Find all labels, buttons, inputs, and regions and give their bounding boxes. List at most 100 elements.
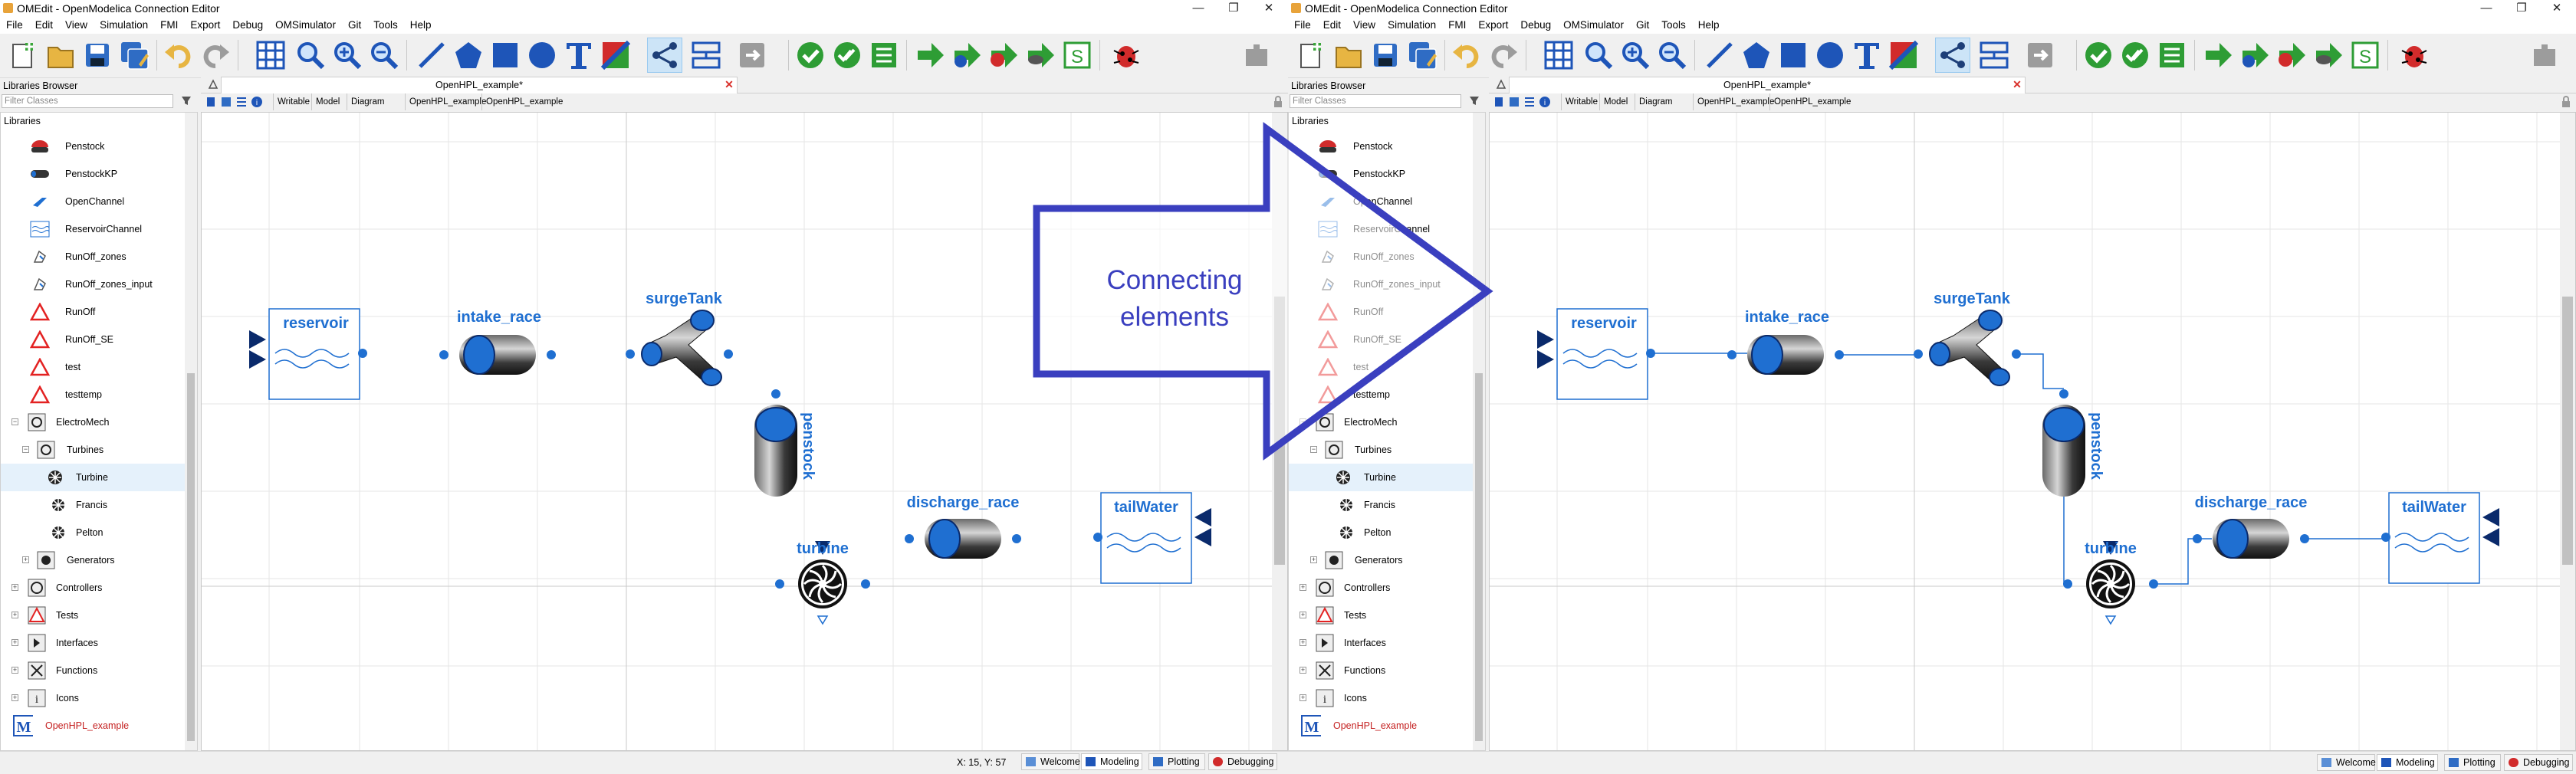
open-folder-icon[interactable] — [1331, 38, 1366, 73]
polygon-tool-icon[interactable] — [451, 38, 486, 73]
expand-toggle[interactable]: + — [1310, 556, 1317, 563]
text-view-icon[interactable] — [1507, 95, 1521, 109]
simulation-setup-icon[interactable] — [949, 38, 984, 73]
connect-mode-icon[interactable] — [1935, 38, 1970, 73]
rectangle-tool-icon[interactable] — [1776, 38, 1811, 73]
tree-item-controllers[interactable]: + Controllers — [1289, 574, 1473, 602]
menu-simulation[interactable]: Simulation — [94, 17, 154, 34]
expand-toggle[interactable]: + — [1300, 694, 1306, 701]
new-file-icon[interactable] — [1294, 38, 1329, 73]
tree-item-runoff[interactable]: RunOff — [1, 298, 185, 326]
menu-debug[interactable]: Debug — [1514, 17, 1557, 34]
tree-item-runoff-zones[interactable]: RunOff_zones — [1, 243, 185, 271]
menu-fmi[interactable]: FMI — [1442, 17, 1472, 34]
expand-toggle[interactable]: + — [22, 556, 29, 563]
debugging-perspective-button[interactable]: Debugging — [2504, 754, 2573, 771]
tree-item-testtemp[interactable]: testtemp — [1, 381, 185, 408]
minimize-button[interactable]: — — [1181, 0, 1216, 17]
simulate-icon[interactable] — [912, 38, 948, 73]
tree-item-runoff-se[interactable]: RunOff_SE — [1289, 326, 1473, 353]
diagram-canvas[interactable] — [201, 112, 1288, 751]
debugger-icon[interactable] — [1109, 38, 1144, 73]
menu-help[interactable]: Help — [404, 17, 438, 34]
simulate-debug-icon[interactable] — [2274, 38, 2309, 73]
expand-toggle[interactable]: + — [1300, 584, 1306, 591]
menu-simulation[interactable]: Simulation — [1382, 17, 1442, 34]
menu-debug[interactable]: Debug — [226, 17, 269, 34]
export-ssp-icon[interactable]: S — [1060, 38, 1095, 73]
simulate-transformational-icon[interactable] — [1023, 38, 1058, 73]
tree-item-testtemp[interactable]: testtemp — [1289, 381, 1473, 408]
menu-file[interactable]: File — [0, 17, 29, 34]
menu-tools[interactable]: Tools — [367, 17, 404, 34]
filter-classes-input[interactable]: Filter Classes — [1290, 94, 1461, 108]
filter-classes-input[interactable]: Filter Classes — [2, 94, 173, 108]
rectangle-tool-icon[interactable] — [488, 38, 523, 73]
tree-item-runoff-zones-input[interactable]: RunOff_zones_input — [1289, 271, 1473, 298]
tree-item-runoff-se[interactable]: RunOff_SE — [1, 326, 185, 353]
menu-file[interactable]: File — [1288, 17, 1317, 34]
tree-item-penstockkp[interactable]: PenstockKP — [1289, 160, 1473, 188]
expand-toggle[interactable]: + — [12, 667, 18, 674]
tree-item-turbine[interactable]: Turbine — [1289, 464, 1473, 491]
expand-toggle[interactable]: + — [12, 584, 18, 591]
tree-item-functions[interactable]: + Functions — [1289, 657, 1473, 684]
ellipse-tool-icon[interactable] — [1812, 38, 1848, 73]
welcome-perspective-button[interactable]: Welcome — [2317, 754, 2376, 771]
expand-toggle[interactable]: + — [12, 694, 18, 701]
save-icon[interactable] — [80, 38, 115, 73]
menu-tools[interactable]: Tools — [1655, 17, 1692, 34]
expand-toggle[interactable]: + — [1300, 667, 1306, 674]
tree-item-penstock[interactable]: Penstock — [1, 133, 185, 160]
canvas-scrollbar[interactable] — [1272, 113, 1287, 750]
tree-item-openhpl-example[interactable]: M OpenHPL_example — [1, 712, 185, 740]
polygon-tool-icon[interactable] — [1739, 38, 1774, 73]
filter-options-icon[interactable] — [178, 92, 195, 109]
tree-item-openchannel[interactable]: OpenChannel — [1289, 188, 1473, 215]
expand-toggle[interactable]: + — [12, 639, 18, 646]
check-model-icon[interactable] — [2081, 38, 2116, 73]
plugin-icon[interactable] — [1239, 38, 1274, 73]
tab-menu-icon[interactable] — [1493, 77, 1509, 92]
tree-item-pelton[interactable]: Pelton — [1, 519, 185, 546]
debugger-icon[interactable] — [2397, 38, 2432, 73]
tree-item-turbines[interactable]: − Turbines — [1, 436, 185, 464]
check-all-icon[interactable] — [830, 38, 865, 73]
redo-icon[interactable] — [1486, 38, 1521, 73]
tree-item-generators[interactable]: + Generators — [1289, 546, 1473, 574]
cursor-tool-icon[interactable] — [1492, 95, 1506, 109]
libraries-scrollbar[interactable] — [185, 113, 197, 750]
grid-icon[interactable] — [253, 38, 288, 73]
tree-item-icons[interactable]: + i Icons — [1289, 684, 1473, 712]
collapse-toggle[interactable]: − — [22, 446, 29, 453]
check-all-icon[interactable] — [2118, 38, 2153, 73]
tree-item-turbines[interactable]: − Turbines — [1289, 436, 1473, 464]
maximize-button[interactable]: ❐ — [1216, 0, 1251, 17]
tree-item-runoff-zones[interactable]: RunOff_zones — [1289, 243, 1473, 271]
menu-edit[interactable]: Edit — [1317, 17, 1347, 34]
tree-item-icons[interactable]: + i Icons — [1, 684, 185, 712]
instantiate-icon[interactable] — [2154, 38, 2190, 73]
collapse-toggle[interactable]: − — [12, 418, 18, 425]
menu-view[interactable]: View — [59, 17, 94, 34]
check-model-icon[interactable] — [793, 38, 828, 73]
tab-openhpl-example[interactable]: OpenHPL_example* — [1509, 77, 2026, 93]
tree-item-penstockkp[interactable]: PenstockKP — [1, 160, 185, 188]
menu-help[interactable]: Help — [1692, 17, 1726, 34]
menu-export[interactable]: Export — [184, 17, 226, 34]
simulation-setup-icon[interactable] — [2237, 38, 2272, 73]
doc-view-icon[interactable] — [235, 95, 248, 109]
close-button[interactable]: ✕ — [2539, 0, 2574, 17]
canvas-scrollbar[interactable] — [2560, 113, 2575, 750]
new-file-icon[interactable] — [6, 38, 41, 73]
ellipse-tool-icon[interactable] — [524, 38, 560, 73]
zoom-in-icon[interactable] — [1618, 38, 1653, 73]
tree-item-reservoirchannel[interactable]: ReservoirChannel — [1, 215, 185, 243]
menu-omsimulator[interactable]: OMSimulator — [269, 17, 342, 34]
tree-item-reservoirchannel[interactable]: ReservoirChannel — [1289, 215, 1473, 243]
expand-toggle[interactable]: + — [1300, 639, 1306, 646]
expand-toggle[interactable]: + — [12, 612, 18, 618]
tree-item-pelton[interactable]: Pelton — [1289, 519, 1473, 546]
tree-item-runoff-zones-input[interactable]: RunOff_zones_input — [1, 271, 185, 298]
zoom-out-icon[interactable] — [366, 38, 402, 73]
